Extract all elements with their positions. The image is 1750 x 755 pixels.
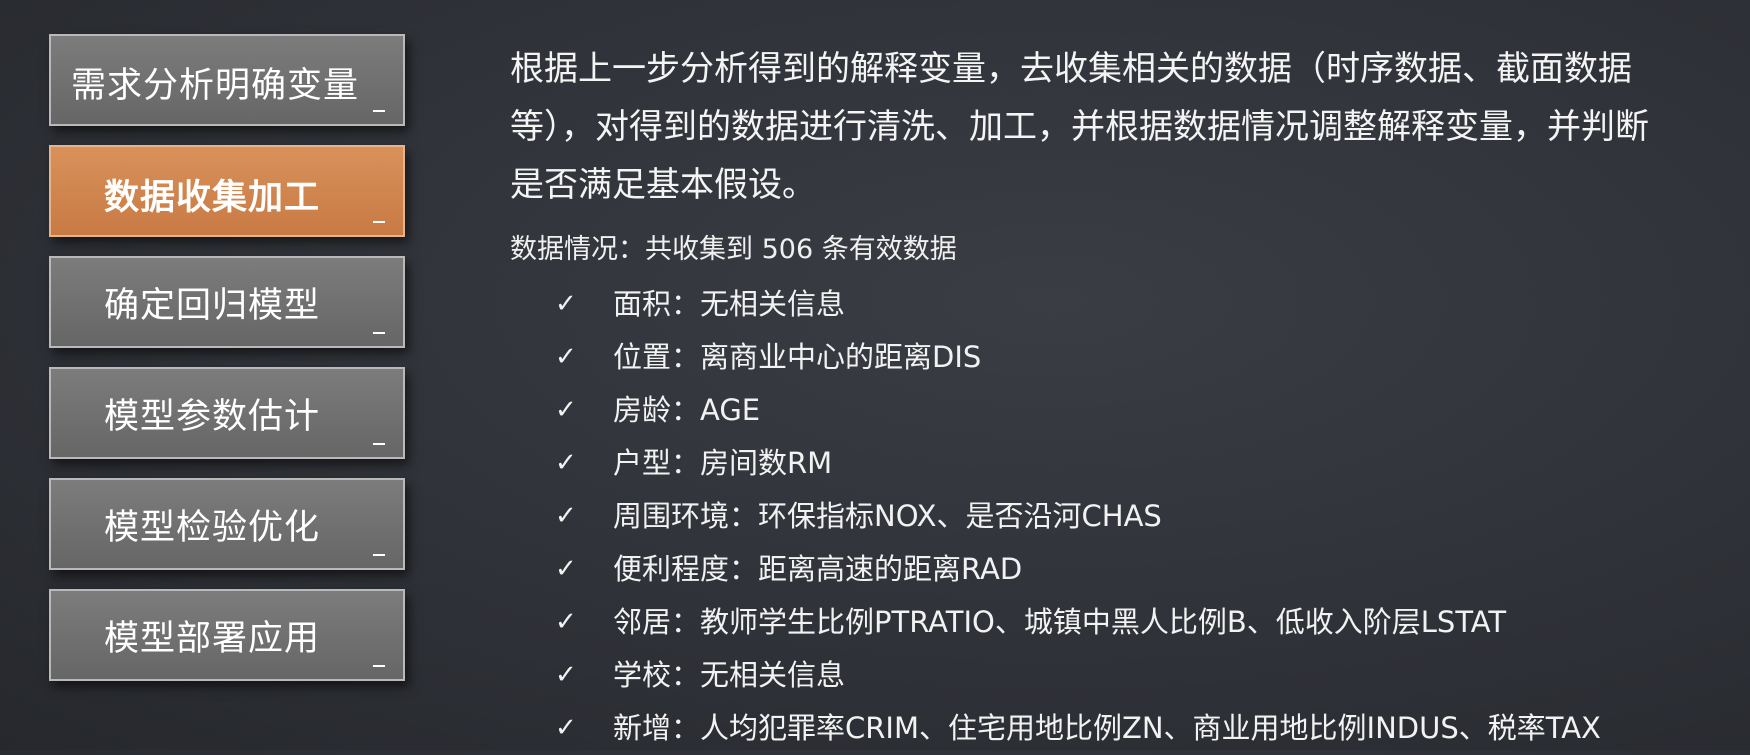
step-data-collection[interactable]: 数据收集加工: [49, 145, 405, 237]
dropdown-caret-icon: [373, 221, 385, 223]
list-item: ✓ 周围环境：环保指标NOX、是否沿河CHAS: [510, 490, 1740, 543]
dropdown-caret-icon: [373, 665, 385, 667]
check-icon: ✓: [555, 289, 577, 319]
step-label: 模型参数估计: [103, 396, 320, 437]
list-item-text: 位置：离商业中心的距离DIS: [613, 340, 982, 374]
check-icon: ✓: [555, 448, 577, 478]
check-icon: ✓: [555, 395, 577, 425]
check-icon: ✓: [555, 713, 577, 743]
list-item: ✓ 户型：房间数RM: [510, 437, 1740, 490]
step-label: 模型部署应用: [103, 618, 320, 659]
list-item-text: 便利程度：距离高速的距离RAD: [613, 552, 1023, 586]
step-label: 需求分析明确变量: [71, 65, 360, 106]
step-label: 确定回归模型: [103, 285, 320, 326]
list-item: ✓ 面积：无相关信息: [510, 278, 1740, 331]
step-label: 模型检验优化: [103, 507, 320, 548]
list-item: ✓ 新增：人均犯罪率CRIM、住宅用地比例ZN、商业用地比例INDUS、税率TAX: [510, 702, 1740, 755]
check-icon: ✓: [555, 342, 577, 372]
data-summary: 数据情况：共收集到 506 条有效数据: [510, 234, 957, 265]
step-parameter-estimation[interactable]: 模型参数估计: [49, 367, 405, 459]
list-item: ✓ 邻居：教师学生比例PTRATIO、城镇中黑人比例B、低收入阶层LSTAT: [510, 596, 1740, 649]
step-label: 数据收集加工: [103, 177, 320, 218]
dropdown-caret-icon: [373, 443, 385, 445]
check-icon: ✓: [555, 660, 577, 690]
step-requirement-analysis[interactable]: 需求分析明确变量: [49, 34, 405, 126]
list-item-text: 周围环境：环保指标NOX、是否沿河CHAS: [613, 499, 1162, 533]
list-item-text: 新增：人均犯罪率CRIM、住宅用地比例ZN、商业用地比例INDUS、税率TAX: [613, 711, 1601, 745]
dropdown-caret-icon: [373, 110, 385, 112]
list-item-text: 房龄：AGE: [613, 393, 761, 427]
list-item: ✓ 房龄：AGE: [510, 384, 1740, 437]
step-description: 根据上一步分析得到的解释变量，去收集相关的数据（时序数据、截面数据等），对得到的…: [510, 49, 1649, 205]
step-content-panel: 根据上一步分析得到的解释变量，去收集相关的数据（时序数据、截面数据等），对得到的…: [510, 40, 1740, 755]
variable-checklist: ✓ 面积：无相关信息 ✓ 位置：离商业中心的距离DIS ✓ 房龄：AGE ✓ 户型：房间…: [510, 278, 1740, 755]
check-icon: ✓: [555, 501, 577, 531]
list-item-text: 学校：无相关信息: [613, 658, 846, 692]
dropdown-caret-icon: [373, 554, 385, 556]
list-item: ✓ 便利程度：距离高速的距离RAD: [510, 543, 1740, 596]
list-item: ✓ 学校：无相关信息: [510, 649, 1740, 702]
list-item: ✓ 位置：离商业中心的距离DIS: [510, 331, 1740, 384]
step-model-deployment[interactable]: 模型部署应用: [49, 589, 405, 681]
check-icon: ✓: [555, 607, 577, 637]
step-model-validation[interactable]: 模型检验优化: [49, 478, 405, 570]
step-determine-model[interactable]: 确定回归模型: [49, 256, 405, 348]
dropdown-caret-icon: [373, 332, 385, 334]
list-item-text: 面积：无相关信息: [613, 287, 846, 321]
list-item-text: 邻居：教师学生比例PTRATIO、城镇中黑人比例B、低收入阶层LSTAT: [613, 605, 1507, 639]
list-item-text: 户型：房间数RM: [613, 446, 833, 480]
check-icon: ✓: [555, 554, 577, 584]
process-steps-sidebar: 需求分析明确变量 数据收集加工 确定回归模型 模型参数估计 模型检验优化 模型部…: [49, 34, 405, 700]
